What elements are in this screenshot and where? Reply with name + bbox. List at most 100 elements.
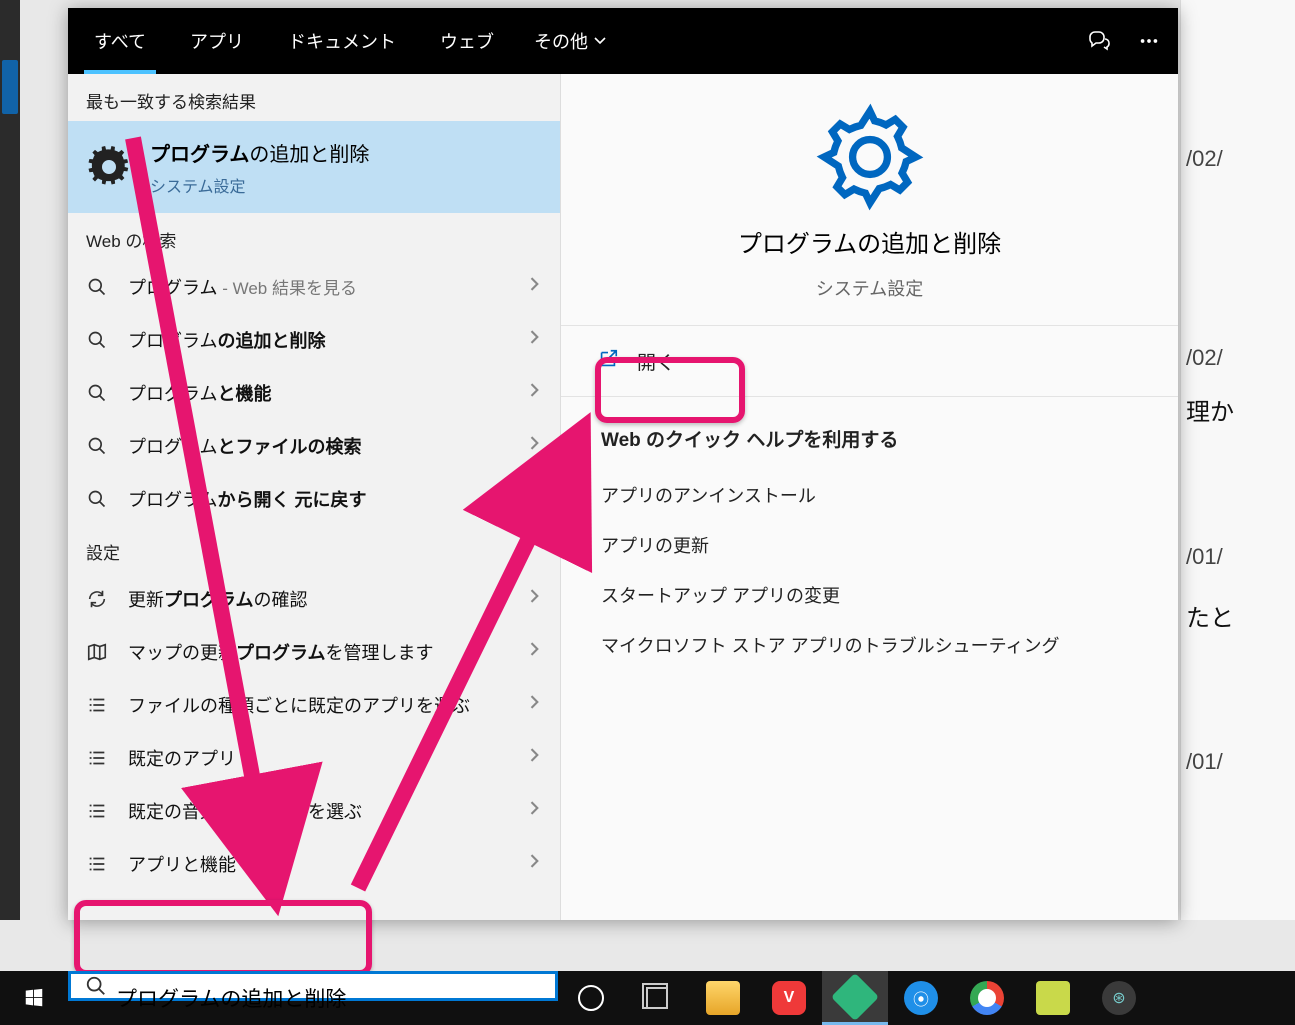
circle-icon — [578, 985, 604, 1011]
search-icon — [82, 489, 112, 509]
preview-subtitle: システム設定 — [816, 275, 923, 301]
chevron-right-icon — [528, 801, 542, 820]
chevron-right-icon — [528, 383, 542, 402]
settings-result-row[interactable]: アプリと機能 — [68, 837, 560, 890]
taskbar-search-box[interactable] — [68, 971, 558, 1001]
result-label: アプリと機能 — [128, 851, 512, 877]
gear-icon — [815, 102, 925, 212]
quick-help-header: Web のクイック ヘルプを利用する — [601, 425, 1138, 452]
chevron-right-icon — [528, 330, 542, 349]
feedback-icon[interactable] — [1074, 8, 1124, 74]
preview-title: プログラムの追加と削除 — [738, 224, 1001, 259]
list-icon — [82, 747, 112, 769]
quick-help-link[interactable]: マイクロソフト ストア アプリのトラブルシューティング — [601, 620, 1138, 670]
taskbar-search-input[interactable] — [117, 974, 541, 998]
bg-text: 理か — [1186, 392, 1234, 427]
open-label: 開く — [637, 348, 675, 375]
result-label: プログラムから開く 元に戻す — [128, 486, 512, 512]
chevron-right-icon — [528, 695, 542, 714]
taskbar-app-maps[interactable]: ⦿ — [888, 971, 954, 1025]
tab-web[interactable]: ウェブ — [418, 8, 516, 74]
folder-icon — [706, 981, 740, 1015]
result-label: プログラムの追加と削除 — [128, 327, 512, 353]
taskbar-app-chrome[interactable] — [954, 971, 1020, 1025]
search-icon — [82, 330, 112, 350]
result-label: ファイルの種類ごとに既定のアプリを選ぶ — [128, 692, 512, 718]
settings-result-row[interactable]: 更新プログラムの確認 — [68, 572, 560, 625]
chevron-down-icon — [594, 35, 606, 47]
best-match-header: 最も一致する検索結果 — [68, 74, 560, 121]
chevron-right-icon — [528, 748, 542, 767]
quick-help-link[interactable]: アプリの更新 — [601, 520, 1138, 570]
more-options-icon[interactable] — [1124, 8, 1174, 74]
task-view-icon — [646, 987, 668, 1009]
settings-result-row[interactable]: 既定の音楽プレーヤーを選ぶ — [68, 784, 560, 837]
chevron-right-icon — [528, 589, 542, 608]
result-label: マップの更新プログラムを管理します — [128, 639, 512, 665]
list-icon — [82, 853, 112, 875]
bg-text: /02/ — [1186, 146, 1223, 172]
start-button[interactable] — [0, 971, 68, 1025]
tab-apps[interactable]: アプリ — [168, 8, 266, 74]
search-preview-pane: プログラムの追加と削除 システム設定 開く Web のクイック ヘルプを利用する… — [560, 74, 1178, 920]
chevron-right-icon — [528, 642, 542, 661]
pin-icon: ⦿ — [904, 981, 938, 1015]
chevron-right-icon — [528, 436, 542, 455]
windows-icon — [23, 987, 45, 1009]
search-icon — [85, 975, 107, 997]
settings-result-row[interactable]: 既定のアプリ — [68, 731, 560, 784]
chrome-icon — [970, 981, 1004, 1015]
quick-help-link[interactable]: アプリのアンインストール — [601, 470, 1138, 520]
chevron-right-icon — [528, 489, 542, 508]
best-match-title: プログラムの追加と削除 — [150, 138, 369, 167]
bg-text: /02/ — [1186, 345, 1223, 371]
cortana-button[interactable] — [558, 971, 624, 1025]
notes-icon — [1036, 981, 1070, 1015]
quick-help-link[interactable]: スタートアップ アプリの変更 — [601, 570, 1138, 620]
windows-search-panel: すべて アプリ ドキュメント ウェブ その他 最も一致する検索結果 — [68, 8, 1178, 920]
task-view-button[interactable] — [624, 971, 690, 1025]
web-result-row[interactable]: プログラム - Web 結果を見る — [68, 260, 560, 313]
web-result-row[interactable]: プログラムと機能 — [68, 366, 560, 419]
bg-text: /01/ — [1186, 749, 1223, 775]
web-results-header: Web の検索 — [68, 213, 560, 260]
settings-result-row[interactable]: マップの更新プログラムを管理します — [68, 625, 560, 678]
result-label: 更新プログラムの確認 — [128, 586, 512, 612]
search-icon — [82, 277, 112, 297]
taskbar-app-vivaldi[interactable]: V — [756, 971, 822, 1025]
tab-more-label: その他 — [534, 28, 588, 54]
best-match-subtitle: システム設定 — [150, 173, 369, 197]
chevron-right-icon — [528, 277, 542, 296]
taskbar-app-notes[interactable] — [1020, 971, 1086, 1025]
result-label: 既定の音楽プレーヤーを選ぶ — [128, 798, 512, 824]
result-label: プログラムと機能 — [128, 380, 512, 406]
background-right-panel — [1180, 0, 1295, 920]
tab-all[interactable]: すべて — [72, 8, 168, 74]
web-result-row[interactable]: プログラムとファイルの検索 — [68, 419, 560, 472]
best-match-result[interactable]: プログラムの追加と削除 システム設定 — [68, 121, 560, 213]
map-icon — [82, 641, 112, 663]
result-label: プログラムとファイルの検索 — [128, 433, 512, 459]
search-icon — [82, 436, 112, 456]
vivaldi-icon: V — [772, 981, 806, 1015]
settings-results-header: 設定 — [68, 525, 560, 572]
background-left-strip — [0, 0, 20, 920]
taskbar-app-atom[interactable]: ⊛ — [1086, 971, 1152, 1025]
taskbar-app-explorer[interactable] — [690, 971, 756, 1025]
web-result-row[interactable]: プログラムから開く 元に戻す — [68, 472, 560, 525]
result-label: プログラム - Web 結果を見る — [128, 274, 512, 300]
app-icon — [831, 972, 879, 1020]
open-button[interactable]: 開く — [561, 325, 1178, 397]
web-result-row[interactable]: プログラムの追加と削除 — [68, 313, 560, 366]
search-icon — [82, 383, 112, 403]
bg-text: たと — [1186, 598, 1234, 633]
chevron-right-icon — [528, 854, 542, 873]
tab-more[interactable]: その他 — [516, 8, 624, 74]
list-icon — [82, 694, 112, 716]
bg-text: /01/ — [1186, 544, 1223, 570]
settings-result-row[interactable]: ファイルの種類ごとに既定のアプリを選ぶ — [68, 678, 560, 731]
search-results-column: 最も一致する検索結果 プログラムの追加と削除 システム設定 Web の検索 プロ… — [68, 74, 560, 920]
taskbar-app-active[interactable] — [822, 971, 888, 1025]
tab-documents[interactable]: ドキュメント — [266, 8, 418, 74]
list-icon — [82, 800, 112, 822]
